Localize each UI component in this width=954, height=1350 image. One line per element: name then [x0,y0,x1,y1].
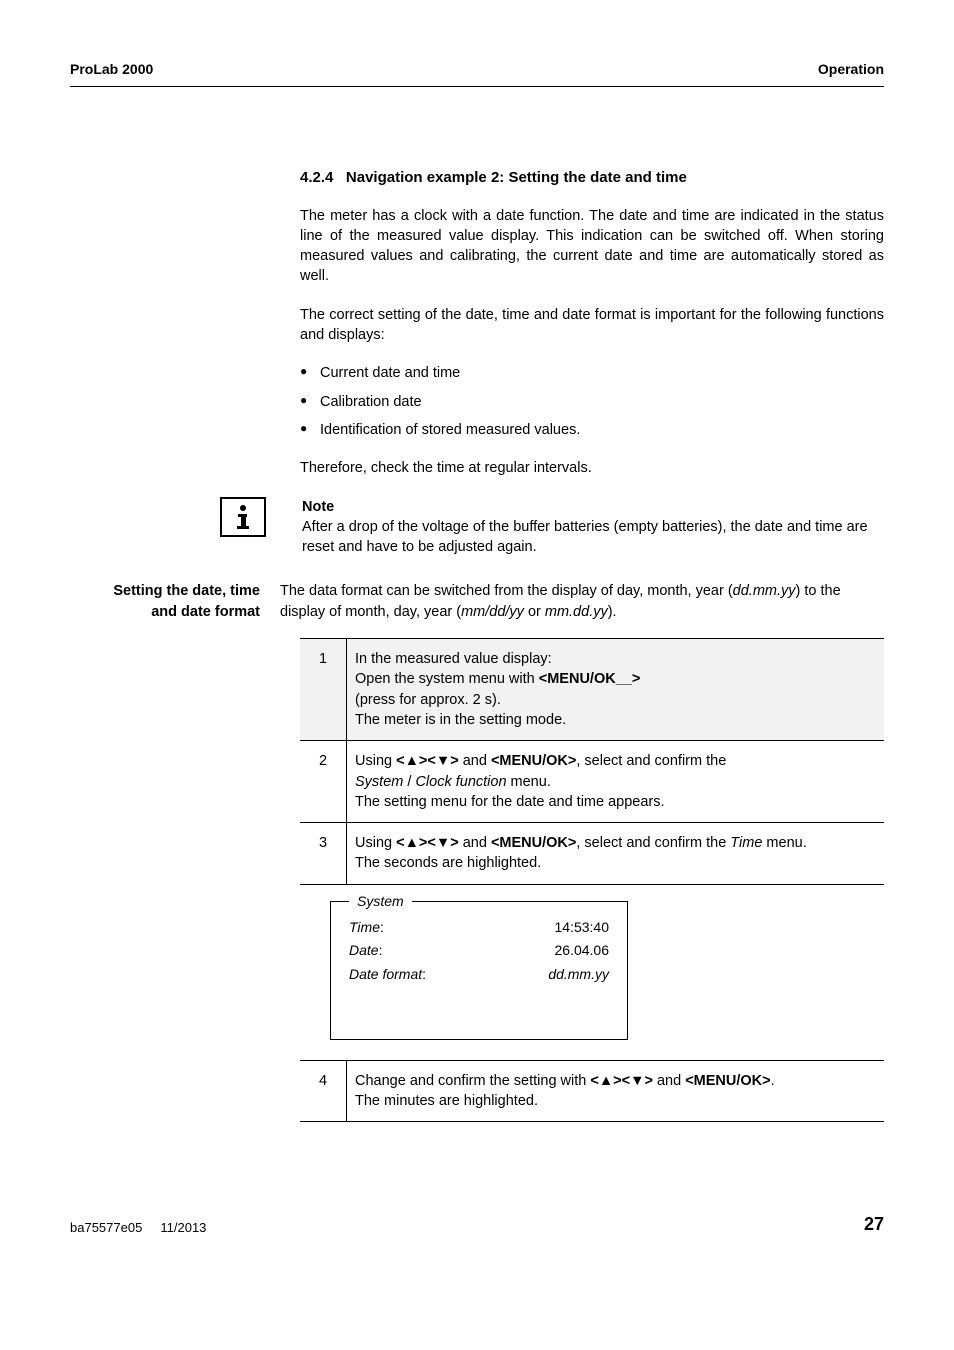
step-number: 1 [300,639,347,741]
table-row: 1 In the measured value display: Open th… [300,639,884,741]
footer-doc-id: ba75577e05 [70,1220,142,1235]
system-row: Date format: dd.mm.yy [349,965,609,985]
system-box: System Time: 14:53:40 Date: 26.04.06 Dat… [330,901,628,1040]
note-text: After a drop of the voltage of the buffe… [302,517,884,558]
bullet-item: Calibration date [300,392,884,412]
steps-table-2: 4 Change and confirm the setting with <▲… [300,1060,884,1123]
section-title: Navigation example 2: Setting the date a… [346,169,687,186]
paragraph-3: Therefore, check the time at regular int… [300,458,884,478]
header-left: ProLab 2000 [70,60,153,80]
system-row: Date: 26.04.06 [349,941,609,961]
side-label: Setting the date, time and date format [70,581,280,622]
section-number: 4.2.4 [300,169,333,186]
header-right: Operation [818,60,884,80]
step-number: 3 [300,823,347,885]
steps-table-1: 1 In the measured value display: Open th… [300,638,884,885]
header-rule [70,86,884,87]
page-number: 27 [864,1212,884,1237]
step-text: Change and confirm the setting with <▲><… [347,1060,885,1122]
info-icon [220,497,266,537]
side-label-line1: Setting the date, time [113,583,260,599]
bullet-item: Identification of stored measured values… [300,420,884,440]
note-label: Note [302,497,884,517]
bullet-item: Current date and time [300,363,884,383]
table-row: 3 Using <▲><▼> and <MENU/OK>, select and… [300,823,884,885]
paragraph-1: The meter has a clock with a date functi… [300,206,884,287]
side-paragraph: The data format can be switched from the… [280,581,884,622]
bullet-list: Current date and time Calibration date I… [300,363,884,440]
step-text: Using <▲><▼> and <MENU/OK>, select and c… [347,823,885,885]
paragraph-2: The correct setting of the date, time an… [300,305,884,346]
step-text: In the measured value display: Open the … [347,639,885,741]
system-legend: System [349,892,412,912]
footer-date: 11/2013 [160,1220,206,1235]
step-number: 4 [300,1060,347,1122]
side-label-line2: and date format [151,604,260,620]
section-heading: 4.2.4 Navigation example 2: Setting the … [300,167,884,188]
step-text: Using <▲><▼> and <MENU/OK>, select and c… [347,741,885,823]
table-row: 2 Using <▲><▼> and <MENU/OK>, select and… [300,741,884,823]
table-row: 4 Change and confirm the setting with <▲… [300,1060,884,1122]
step-number: 2 [300,741,347,823]
note-block: Note After a drop of the voltage of the … [220,497,884,558]
footer: ba75577e05 11/2013 27 [70,1212,884,1237]
system-row: Time: 14:53:40 [349,918,609,938]
